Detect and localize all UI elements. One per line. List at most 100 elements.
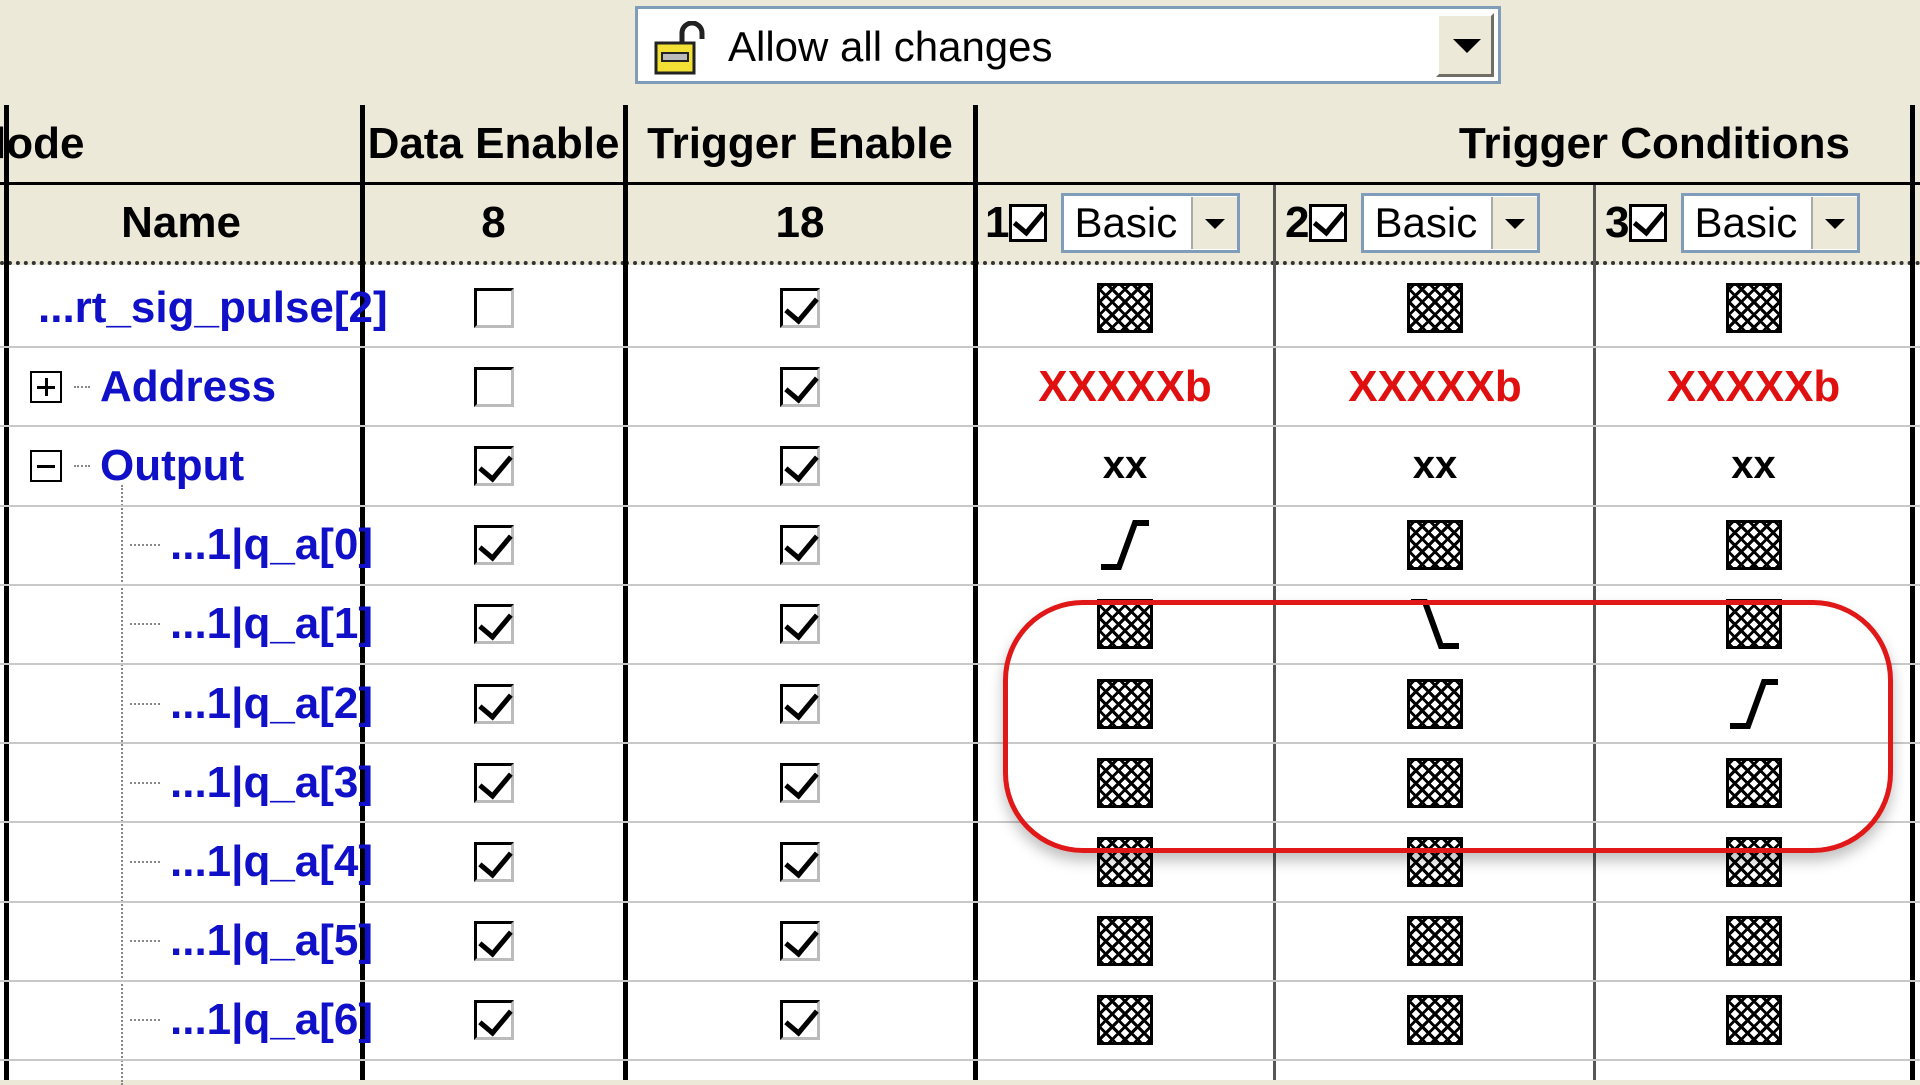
table-row-name[interactable]: Address xyxy=(8,347,360,426)
dont-care-icon xyxy=(1725,916,1782,967)
trigger-condition-cell[interactable]: xx xyxy=(977,426,1273,505)
trigger-condition-cell[interactable] xyxy=(1277,268,1593,347)
chevron-down-icon[interactable] xyxy=(1811,197,1858,249)
trigger-condition-cell[interactable] xyxy=(1597,743,1910,822)
dont-care-icon xyxy=(1725,599,1782,650)
trigger-condition-cell[interactable] xyxy=(1597,822,1910,901)
condition-1-type-dropdown[interactable]: Basic xyxy=(1061,193,1241,253)
trigger-condition-cell[interactable] xyxy=(1597,268,1910,347)
dont-care-icon xyxy=(1407,995,1463,1046)
data-enable-checkbox[interactable] xyxy=(473,604,514,645)
data-enable-checkbox[interactable] xyxy=(473,287,514,328)
trigger-condition-cell[interactable] xyxy=(977,902,1273,981)
data-enable-checkbox[interactable] xyxy=(473,366,514,407)
dont-care-icon xyxy=(1097,282,1153,333)
condition-2-type-dropdown[interactable]: Basic xyxy=(1361,193,1541,253)
condition-2-enable-checkbox[interactable] xyxy=(1309,204,1348,242)
data-enable-checkbox[interactable] xyxy=(473,762,514,803)
trigger-condition-cell[interactable] xyxy=(1277,743,1593,822)
table-row-name[interactable]: ...1|q_a[6] xyxy=(8,981,373,1060)
dont-care-icon xyxy=(1407,757,1463,808)
trigger-condition-cell[interactable] xyxy=(1277,585,1593,664)
trigger-enable-checkbox[interactable] xyxy=(780,445,820,486)
trigger-condition-cell[interactable] xyxy=(977,585,1273,664)
trigger-condition-cell[interactable]: XXXXXb xyxy=(1277,347,1593,426)
trigger-condition-cell[interactable]: XXXXXb xyxy=(1597,347,1910,426)
data-enable-cell xyxy=(364,347,623,426)
trigger-condition-cell[interactable] xyxy=(1277,902,1593,981)
chevron-down-icon[interactable] xyxy=(1191,197,1238,249)
trigger-enable-count: 18 xyxy=(625,185,975,265)
change-mode-dropdown[interactable]: Allow all changes xyxy=(635,6,1501,84)
trigger-enable-checkbox[interactable] xyxy=(780,525,820,566)
trigger-condition-cell[interactable] xyxy=(1597,585,1910,664)
trigger-enable-checkbox[interactable] xyxy=(780,1000,820,1041)
chevron-down-icon[interactable] xyxy=(1436,13,1494,77)
dont-care-icon xyxy=(1097,836,1153,887)
trigger-condition-cell[interactable] xyxy=(977,822,1273,901)
trigger-condition-cell[interactable] xyxy=(977,981,1273,1060)
data-enable-checkbox[interactable] xyxy=(473,921,514,962)
column-divider xyxy=(1910,105,1915,1080)
trigger-condition-cell[interactable] xyxy=(1597,664,1910,743)
table-row-name[interactable]: ...1|q_a[1] xyxy=(8,585,373,664)
trigger-enable-checkbox[interactable] xyxy=(780,841,820,882)
trigger-condition-cell[interactable] xyxy=(1277,664,1593,743)
condition-3-type-dropdown[interactable]: Basic xyxy=(1681,193,1861,253)
trigger-condition-cell[interactable] xyxy=(1277,981,1593,1060)
condition-2-header: 2 Basic xyxy=(1275,185,1595,265)
trigger-condition-cell[interactable]: xx xyxy=(1277,426,1593,505)
trigger-enable-cell xyxy=(627,506,973,585)
data-enable-checkbox[interactable] xyxy=(473,445,514,486)
data-enable-cell xyxy=(364,426,623,505)
trigger-enable-cell xyxy=(627,664,973,743)
node-name-label: ...1|q_a[3] xyxy=(170,757,374,807)
trigger-condition-cell[interactable] xyxy=(977,743,1273,822)
tree-branch xyxy=(74,464,90,467)
table-row-name[interactable]: ...1|q_a[2] xyxy=(8,664,373,743)
condition-2-index: 2 xyxy=(1285,198,1310,247)
name-column-label: Name xyxy=(121,198,241,247)
table-row-name[interactable]: ...1|q_a[0] xyxy=(8,506,373,585)
collapse-icon[interactable] xyxy=(30,449,62,482)
trigger-condition-cell[interactable] xyxy=(1597,902,1910,981)
condition-1-enable-checkbox[interactable] xyxy=(1009,204,1048,242)
condition-value: XXXXXb xyxy=(1038,361,1212,411)
data-enable-cell xyxy=(364,585,623,664)
data-enable-checkbox[interactable] xyxy=(473,1000,514,1041)
table-row-name[interactable]: ...1|q_a[4] xyxy=(8,822,373,901)
condition-3-enable-checkbox[interactable] xyxy=(1629,204,1668,242)
trigger-condition-cell[interactable] xyxy=(1597,981,1910,1060)
trigger-enable-checkbox[interactable] xyxy=(780,683,820,724)
trigger-enable-checkbox[interactable] xyxy=(780,762,820,803)
data-enable-checkbox[interactable] xyxy=(473,683,514,724)
name-column-header[interactable]: Name xyxy=(0,185,362,265)
trigger-condition-cell[interactable] xyxy=(977,506,1273,585)
trigger-enable-checkbox[interactable] xyxy=(780,366,820,407)
table-row-name[interactable]: ...rt_sig_pulse[2] xyxy=(8,268,388,347)
trigger-condition-cell[interactable] xyxy=(1597,506,1910,585)
data-enable-checkbox[interactable] xyxy=(473,841,514,882)
expand-icon[interactable] xyxy=(30,370,62,403)
table-row-name[interactable]: ...1|q_a[3] xyxy=(8,743,373,822)
node-name-label: ...1|q_a[2] xyxy=(170,678,374,728)
trigger-enable-checkbox[interactable] xyxy=(780,287,820,328)
change-mode-label: Allow all changes xyxy=(728,23,1053,70)
data-enable-checkbox[interactable] xyxy=(473,525,514,566)
trigger-condition-cell[interactable]: xx xyxy=(1597,426,1910,505)
trigger-condition-cell[interactable] xyxy=(1277,822,1593,901)
chevron-down-icon[interactable] xyxy=(1491,197,1538,249)
data-enable-cell xyxy=(364,506,623,585)
node-group-header: lode xyxy=(0,105,362,185)
table-row-name[interactable]: ...1|q_a[5] xyxy=(8,902,373,981)
trigger-enable-checkbox[interactable] xyxy=(780,604,820,645)
data-enable-cell xyxy=(364,664,623,743)
trigger-enable-checkbox[interactable] xyxy=(780,921,820,962)
trigger-condition-cell[interactable] xyxy=(977,664,1273,743)
tree-branch xyxy=(130,860,160,863)
trigger-condition-cell[interactable] xyxy=(1277,506,1593,585)
condition-value: xx xyxy=(1102,443,1148,488)
table-row-name[interactable]: Output xyxy=(8,426,360,505)
trigger-condition-cell[interactable]: XXXXXb xyxy=(977,347,1273,426)
trigger-condition-cell[interactable] xyxy=(977,268,1273,347)
